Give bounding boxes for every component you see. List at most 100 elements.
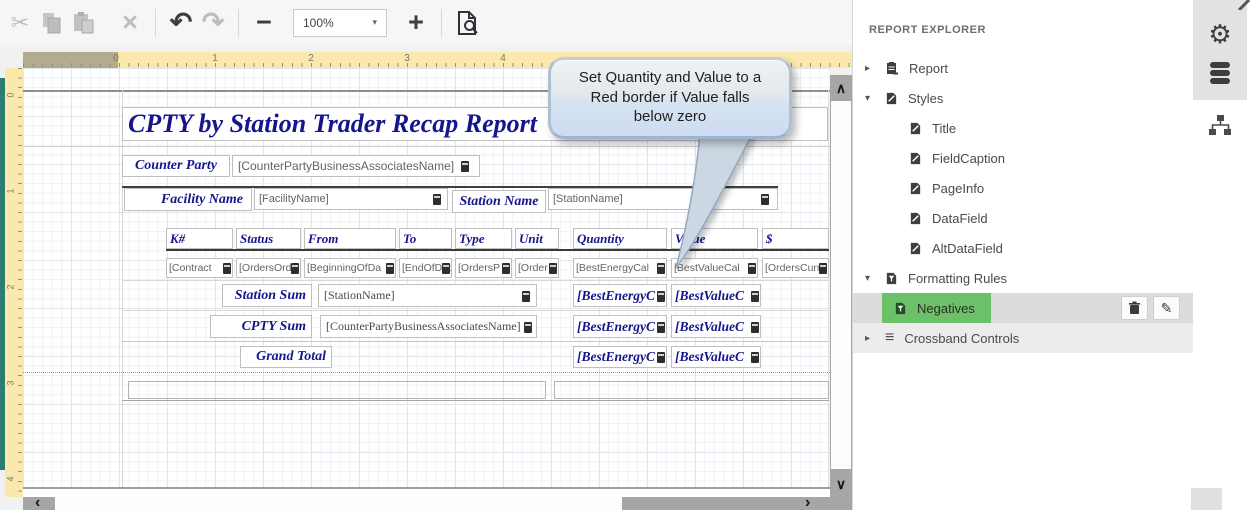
grand-total-label-cell[interactable]: Grand Total bbox=[240, 346, 332, 368]
grand-total-energy-cell[interactable]: [BestEnergyC bbox=[573, 346, 667, 368]
tree-item-label: Report bbox=[909, 61, 948, 76]
smart-tag-icon[interactable] bbox=[549, 263, 557, 274]
tree-item-altdatafield-style[interactable]: AltDataField bbox=[853, 233, 1194, 263]
column-header-cell[interactable]: Status bbox=[236, 228, 301, 249]
station-sum-label: Station Sum bbox=[235, 288, 306, 304]
cpty-sum-label-cell[interactable]: CPTY Sum bbox=[210, 315, 312, 338]
redo-icon[interactable]: ↷ bbox=[197, 6, 229, 40]
detail-field-cell[interactable]: [Order bbox=[515, 258, 559, 278]
scroll-down-icon[interactable]: ∨ bbox=[830, 473, 852, 495]
cpty-sum-value-cell[interactable]: [BestValueC bbox=[671, 315, 761, 338]
tree-item-formatting-rules[interactable]: ▾ Formatting Rules bbox=[853, 263, 1194, 293]
smart-tag-icon[interactable] bbox=[657, 322, 665, 333]
tree-item-label: Negatives bbox=[917, 301, 975, 316]
tree-item-report[interactable]: ▸ Report bbox=[853, 53, 1194, 83]
scroll-up-icon[interactable]: ∧ bbox=[830, 77, 852, 99]
tree-item-label: Title bbox=[932, 121, 956, 136]
scroll-right-icon[interactable]: › bbox=[805, 494, 810, 512]
column-header-cell[interactable]: K# bbox=[166, 228, 233, 249]
station-label-cell[interactable]: Station Name bbox=[452, 190, 546, 213]
station-sum-value-cell[interactable]: [BestValueC bbox=[671, 284, 761, 307]
smart-tag-icon[interactable] bbox=[657, 352, 665, 363]
tree-item-styles[interactable]: ▾ Styles bbox=[853, 83, 1194, 113]
station-sum-energy-cell[interactable]: [BestEnergyC bbox=[573, 284, 667, 307]
collapse-icon[interactable]: ▾ bbox=[865, 273, 879, 284]
selected-highlight[interactable]: Negatives bbox=[882, 293, 991, 323]
facility-field-cell[interactable]: [FacilityName] bbox=[254, 188, 448, 210]
smart-tag-icon[interactable] bbox=[386, 263, 394, 274]
counter-party-field-cell[interactable]: [CounterPartyBusinessAssociatesName] bbox=[232, 155, 480, 177]
vertical-scrollbar[interactable]: ∧ ∨ bbox=[830, 75, 852, 497]
smart-tag-icon[interactable] bbox=[657, 291, 665, 302]
detail-field-cell[interactable]: [OrdersOrd bbox=[236, 258, 301, 278]
column-header-cell[interactable]: Unit bbox=[515, 228, 559, 249]
ruler-number: 0 bbox=[6, 92, 16, 97]
vertical-scroll-thumb[interactable] bbox=[831, 101, 851, 469]
facility-label-cell[interactable]: Facility Name bbox=[124, 188, 252, 211]
margin-line bbox=[828, 90, 829, 487]
report-explorer-tree-icon[interactable] bbox=[1193, 112, 1247, 140]
horizontal-scroll-thumb[interactable] bbox=[55, 497, 622, 510]
zoom-out-icon[interactable]: − bbox=[248, 6, 280, 40]
cpty-sum-field-cell[interactable]: [CounterPartyBusinessAssociatesName] bbox=[320, 315, 537, 338]
smart-tag-icon[interactable] bbox=[751, 352, 759, 363]
footer-cell[interactable] bbox=[128, 381, 546, 399]
smart-tag-icon[interactable] bbox=[751, 291, 759, 302]
undo-icon[interactable]: ↶ bbox=[165, 6, 197, 40]
report-explorer-panel: REPORT EXPLORER ▸ Report ▾ Styles Title bbox=[852, 0, 1193, 510]
zoom-in-icon[interactable]: + bbox=[400, 6, 432, 40]
footer-cell[interactable] bbox=[554, 381, 829, 399]
tree-item-negatives[interactable]: Negatives ✎ bbox=[853, 293, 1194, 323]
tree-item-pageinfo-style[interactable]: PageInfo bbox=[853, 173, 1194, 203]
detail-field: [Contract bbox=[167, 262, 212, 274]
edit-rule-button[interactable]: ✎ bbox=[1153, 296, 1180, 320]
smart-tag-icon[interactable] bbox=[461, 161, 469, 172]
cpty-sum-energy-cell[interactable]: [BestEnergyC bbox=[573, 315, 667, 338]
facility-label: Facility Name bbox=[161, 192, 243, 208]
horizontal-scrollbar[interactable]: ‹ › bbox=[23, 497, 852, 510]
smart-tag-icon[interactable] bbox=[819, 263, 827, 274]
expand-icon[interactable]: ▸ bbox=[865, 333, 879, 344]
smart-tag-icon[interactable] bbox=[223, 263, 231, 274]
collapse-icon[interactable]: ▾ bbox=[865, 93, 879, 104]
detail-field-cell[interactable]: [BeginningOfDa bbox=[304, 258, 396, 278]
column-header-cell[interactable]: To bbox=[399, 228, 452, 249]
zoom-select[interactable]: 100% ▾ bbox=[293, 9, 387, 37]
detail-field-cell[interactable]: [OrdersP bbox=[455, 258, 512, 278]
detail-field: [Order bbox=[516, 262, 548, 274]
smart-tag-icon[interactable] bbox=[291, 263, 299, 274]
detail-field-cell[interactable]: [EndOfDat bbox=[399, 258, 452, 278]
expand-icon[interactable]: ▸ bbox=[865, 63, 879, 74]
smart-tag-icon[interactable] bbox=[522, 291, 530, 302]
scroll-left-icon[interactable]: ‹ bbox=[35, 494, 40, 512]
smart-tag-icon[interactable] bbox=[433, 194, 441, 205]
tree-item-fieldcaption-style[interactable]: FieldCaption bbox=[853, 143, 1194, 173]
delete-icon[interactable]: × bbox=[114, 6, 146, 40]
grand-total-value-cell[interactable]: [BestValueC bbox=[671, 346, 761, 368]
column-header-cell[interactable]: Type bbox=[455, 228, 512, 249]
detail-field-cell[interactable]: [Contract bbox=[166, 258, 233, 278]
report-designer: ✂ × ↶ ↷ − 100% ▾ + 0 1 bbox=[0, 0, 1250, 510]
column-header: K# bbox=[167, 231, 185, 247]
station-sum-field-cell[interactable]: [StationName] bbox=[318, 284, 537, 307]
column-header-cell[interactable]: From bbox=[304, 228, 396, 249]
tree-item-crossband-controls[interactable]: ▸ ≡ Crossband Controls bbox=[853, 323, 1194, 353]
copy-icon[interactable] bbox=[36, 6, 68, 40]
smart-tag-icon[interactable] bbox=[524, 322, 532, 333]
tree-item-datafield-style[interactable]: DataField bbox=[853, 203, 1194, 233]
smart-tag-icon[interactable] bbox=[502, 263, 510, 274]
preview-icon[interactable] bbox=[451, 6, 483, 40]
database-icon[interactable] bbox=[1193, 60, 1247, 88]
grand-total-energy: [BestEnergyC bbox=[574, 349, 655, 365]
tree-item-title-style[interactable]: Title bbox=[853, 113, 1194, 143]
smart-tag-icon[interactable] bbox=[442, 263, 450, 274]
cut-icon[interactable]: ✂ bbox=[4, 6, 36, 40]
ruler-number: 1 bbox=[212, 53, 218, 64]
station-sum-label-cell[interactable]: Station Sum bbox=[222, 284, 312, 307]
gear-icon[interactable]: ⚙ bbox=[1193, 20, 1247, 48]
pencil-icon[interactable] bbox=[1236, 0, 1250, 10]
delete-rule-button[interactable] bbox=[1121, 296, 1148, 320]
smart-tag-icon[interactable] bbox=[751, 322, 759, 333]
paste-icon[interactable] bbox=[68, 6, 100, 40]
counter-party-label-cell[interactable]: Counter Party bbox=[122, 155, 230, 177]
